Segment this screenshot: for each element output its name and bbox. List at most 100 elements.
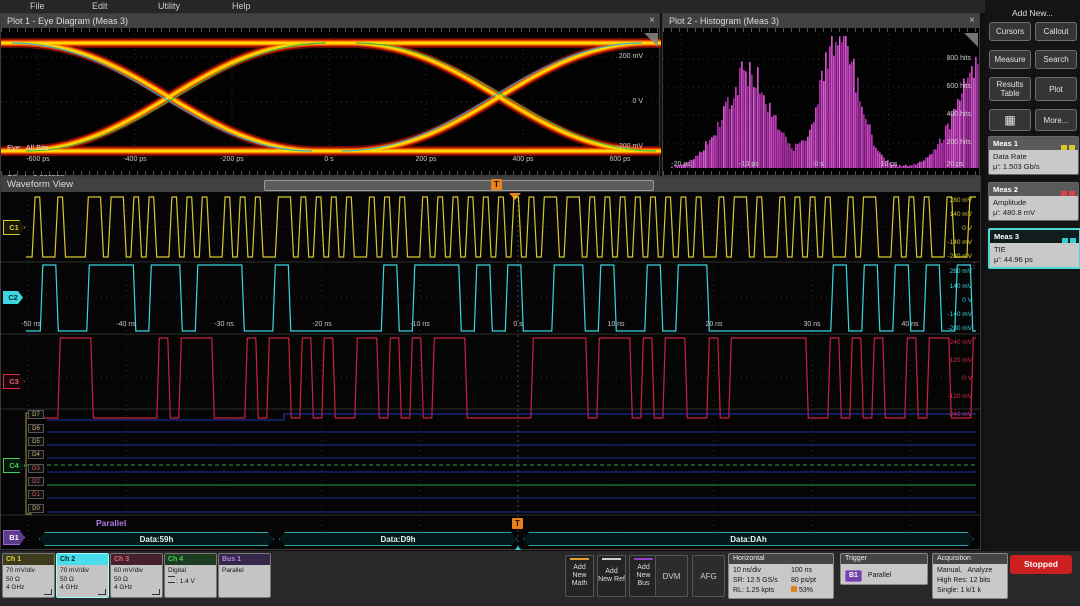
meas2-badge[interactable]: Meas 2 Amplitude μ': 480.8 mV bbox=[988, 182, 1079, 221]
scrollbar-trigger-marker[interactable]: T bbox=[491, 179, 502, 190]
hist-xlabel-0: -20 ps bbox=[671, 161, 690, 168]
horizontal-body: 10 ns/div100 ns SR: 12.5 GS/s80 ps/pt RL… bbox=[729, 564, 833, 598]
bus-segment-3[interactable]: Data:DAh bbox=[523, 532, 974, 546]
ch4-badge[interactable]: Ch 4 Digital : 1.4 V bbox=[164, 553, 217, 598]
results-table-icon[interactable]: ▦ bbox=[989, 109, 1031, 131]
time-label-0: -50 ns bbox=[21, 321, 40, 328]
waveform-pan-scrollbar[interactable] bbox=[264, 180, 654, 191]
ch2-probe-icon bbox=[98, 589, 106, 595]
ch2-scale-140: 140 mV bbox=[928, 283, 972, 290]
meas2-header: Meas 2 bbox=[989, 183, 1078, 196]
bus-color-stripe bbox=[634, 558, 653, 560]
ch3-probe-icon bbox=[152, 589, 160, 595]
meas1-badge[interactable]: Meas 1 Data Rate μ': 1.503 Gb/s bbox=[988, 136, 1079, 175]
ch3-scale-120: 120 mV bbox=[928, 357, 972, 364]
bus-trigger-marker: T bbox=[512, 518, 523, 529]
digital-d0-badge[interactable]: D0 bbox=[28, 504, 44, 513]
digital-d6-badge[interactable]: D6 bbox=[28, 424, 44, 433]
trigger-badge[interactable]: Trigger B1 Parallel bbox=[840, 553, 928, 585]
ch2-scale-n280: -280 mV bbox=[928, 325, 972, 332]
meas3-value: μ': 44.96 ps bbox=[994, 255, 1075, 265]
horizontal-badge[interactable]: Horizontal 10 ns/div100 ns SR: 12.5 GS/s… bbox=[728, 553, 834, 599]
add-bus-label: Add New Bus bbox=[630, 564, 657, 588]
more-button[interactable]: More... bbox=[1035, 109, 1077, 131]
hist-xlabel-3: 10 ps bbox=[880, 161, 897, 168]
add-math-label: Add New Math bbox=[566, 564, 593, 588]
eye-xlabel-5: 400 ps bbox=[512, 156, 533, 163]
h-resolution: 80 ps/pt bbox=[791, 576, 816, 586]
eye-xlabel-2: -200 ps bbox=[220, 156, 243, 163]
dvm-label: DVM bbox=[663, 572, 681, 581]
horizontal-header: Horizontal bbox=[729, 554, 833, 564]
ch1-badge[interactable]: Ch 1 70 mV/div 50 Ω 4 GHz bbox=[2, 553, 55, 598]
results-table-button[interactable]: Results Table bbox=[989, 77, 1031, 101]
acquisition-header: Acquisition bbox=[933, 554, 1007, 564]
digital-d4-badge[interactable]: D4 bbox=[28, 450, 44, 459]
measure-button[interactable]: Measure bbox=[989, 50, 1031, 69]
callout-button[interactable]: Callout bbox=[1035, 22, 1077, 41]
cursors-button[interactable]: Cursors bbox=[989, 22, 1031, 41]
ch2-scale-280: 280 mV bbox=[928, 268, 972, 275]
add-new-ref-button[interactable]: Add New Ref bbox=[597, 555, 626, 597]
ch1-impedance: 50 Ω bbox=[6, 576, 51, 585]
dvm-button[interactable]: DVM bbox=[655, 555, 688, 597]
bus1-type: Parallel bbox=[222, 567, 267, 576]
digital-d3-badge[interactable]: D3 bbox=[28, 464, 44, 473]
meas3-name: Meas 3 bbox=[994, 232, 1019, 241]
add-new-bus-button[interactable]: Add New Bus bbox=[629, 555, 658, 597]
meas1-name: Meas 1 bbox=[993, 139, 1018, 148]
digital-d2-badge[interactable]: D2 bbox=[28, 477, 44, 486]
meas1-color-icon bbox=[1059, 141, 1075, 154]
eye-xlabel-6: 600 ps bbox=[609, 156, 630, 163]
plot1-close-icon[interactable]: × bbox=[649, 14, 655, 28]
add-new-math-button[interactable]: Add New Math bbox=[565, 555, 594, 597]
digital-d7-badge[interactable]: D7 bbox=[28, 410, 44, 419]
time-label-6: 10 ns bbox=[607, 321, 624, 328]
ch2-badge[interactable]: Ch 2 70 mV/div 50 Ω 4 GHz bbox=[56, 553, 109, 598]
ch1-scale-0: 0 V bbox=[928, 225, 972, 232]
ch1-scale-n280: -280 mV bbox=[928, 253, 972, 260]
h-scale: 10 ns/div bbox=[733, 566, 791, 576]
digital-d1-badge[interactable]: D1 bbox=[28, 490, 44, 499]
menu-utility[interactable]: Utility bbox=[158, 1, 180, 11]
hist-ylabel-800: 800 hits bbox=[917, 55, 971, 62]
divider-drag-handle[interactable]: ⋮ bbox=[970, 261, 978, 270]
trigger-type: Parallel bbox=[868, 572, 891, 579]
bus-segment-1[interactable]: Data:59h bbox=[39, 532, 274, 546]
trigger-body: B1 Parallel bbox=[841, 564, 927, 584]
add-ref-label: Add New Ref bbox=[598, 568, 625, 584]
time-label-8: 30 ns bbox=[803, 321, 820, 328]
stopped-button[interactable]: Stopped bbox=[1010, 555, 1072, 574]
meas3-badge[interactable]: Meas 3 TIE μ': 44.96 ps bbox=[988, 228, 1080, 269]
plot2-title-bar[interactable]: Plot 2 - Histogram (Meas 3) × bbox=[663, 14, 979, 28]
bus-segment-2[interactable]: Data:D9h bbox=[279, 532, 517, 546]
ch3-badge[interactable]: Ch 3 60 mV/div 50 Ω 4 GHz bbox=[110, 553, 163, 598]
acq-resolution: High Res: 12 bits bbox=[937, 576, 1003, 586]
ch4-mode: Digital bbox=[168, 567, 213, 576]
menu-help[interactable]: Help bbox=[232, 1, 251, 11]
afg-button[interactable]: AFG bbox=[692, 555, 725, 597]
menu-file[interactable]: File bbox=[30, 1, 45, 11]
ch2-badge-header: Ch 2 bbox=[57, 554, 108, 565]
plot2-close-icon[interactable]: × bbox=[969, 14, 975, 28]
acquisition-badge[interactable]: Acquisition Manual, Analyze High Res: 12… bbox=[932, 553, 1008, 599]
plot1-zoom-corner-icon[interactable] bbox=[644, 33, 658, 47]
meas3-header: Meas 3 bbox=[990, 230, 1079, 243]
meas2-value: μ': 480.8 mV bbox=[993, 208, 1074, 218]
search-button[interactable]: Search bbox=[1035, 50, 1077, 69]
plot-button[interactable]: Plot bbox=[1035, 77, 1077, 101]
ch1-scale-n140: -140 mV bbox=[928, 239, 972, 246]
ch2-scale-n140: -140 mV bbox=[928, 311, 972, 318]
trigger-source-badge: B1 bbox=[845, 570, 862, 582]
meas2-color-icon bbox=[1059, 187, 1075, 200]
menu-edit[interactable]: Edit bbox=[92, 1, 108, 11]
digital-d5-badge[interactable]: D5 bbox=[28, 437, 44, 446]
plot2-zoom-corner-icon[interactable] bbox=[964, 33, 978, 47]
plot1-title-bar[interactable]: Plot 1 - Eye Diagram (Meas 3) × bbox=[1, 14, 659, 28]
ch1-scale-140: 140 mV bbox=[928, 211, 972, 218]
h-recordlength: RL: 1.25 kpts bbox=[733, 586, 791, 596]
ch2-badge-body: 70 mV/div 50 Ω 4 GHz bbox=[57, 565, 108, 597]
eye-ylabel-200mv: 200 mV bbox=[589, 53, 643, 60]
ch3-scale-0: 0 V bbox=[928, 375, 972, 382]
bus1-badge[interactable]: Bus 1 Parallel bbox=[218, 553, 271, 598]
